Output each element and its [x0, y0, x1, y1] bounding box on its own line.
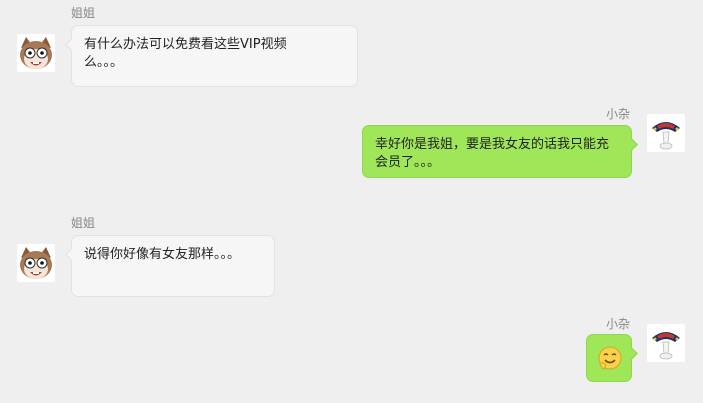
- cat-face-icon[interactable]: [17, 244, 55, 282]
- bubble-tail: [625, 347, 638, 360]
- message-text: 幸好你是我姐，要是我女友的话我只能充会员了。。。: [375, 137, 610, 170]
- cat-face-icon[interactable]: [17, 34, 55, 72]
- message-text: 有什么办法可以免费看这些VIP视频么。。。: [84, 37, 287, 70]
- message-text: 说得你好像有女友那样。。。: [84, 247, 241, 262]
- bubble-tail: [65, 38, 78, 51]
- message-bubble[interactable]: [586, 334, 638, 382]
- jester-hat-icon[interactable]: [647, 114, 685, 152]
- bubble-tail: [65, 248, 78, 261]
- chat-window: 姐姐 有什么办法可以免费看这些VIP视频么。。。 小杂 幸好你是我姐，要是我女友…: [0, 0, 703, 403]
- sender-name: 姐姐: [71, 6, 96, 20]
- message-bubble[interactable]: 幸好你是我姐，要是我女友的话我只能充会员了。。。: [362, 125, 638, 178]
- message-bubble[interactable]: 说得你好像有女友那样。。。: [65, 235, 275, 297]
- sender-name: 小杂: [606, 107, 631, 121]
- sender-name: 姐姐: [71, 216, 96, 230]
- sender-name: 小杂: [606, 317, 631, 331]
- jester-hat-icon[interactable]: [647, 324, 685, 362]
- bubble-tail: [625, 138, 638, 151]
- awkward-smile-emoji-icon: [598, 346, 622, 370]
- message-bubble[interactable]: 有什么办法可以免费看这些VIP视频么。。。: [65, 25, 358, 87]
